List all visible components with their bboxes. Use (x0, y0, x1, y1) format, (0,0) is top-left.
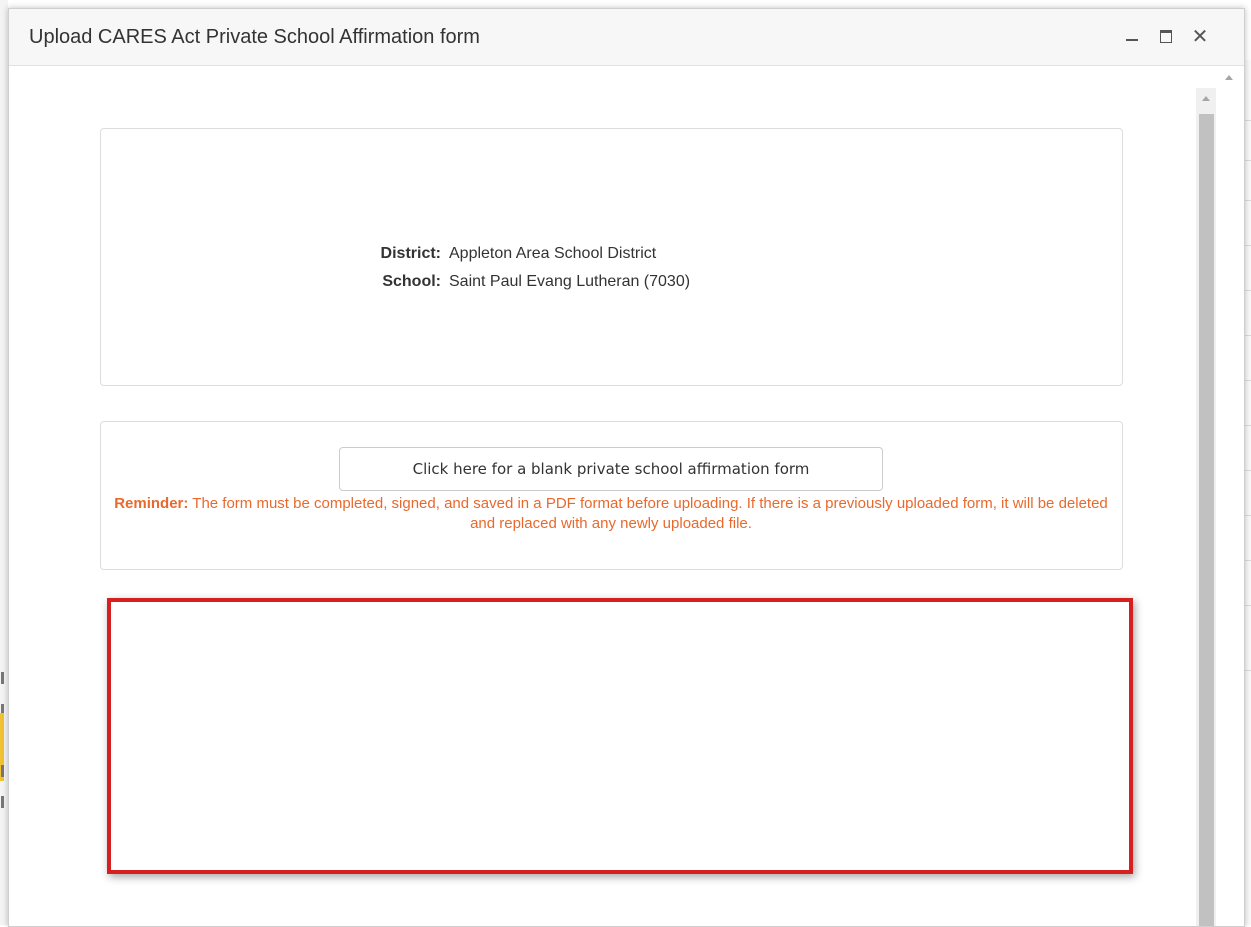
upload-dialog: Upload CARES Act Private School Affirmat… (8, 8, 1245, 927)
background-tick (1, 672, 4, 684)
school-info-panel: District: Appleton Area School District … (100, 128, 1123, 386)
upload-drop-area[interactable] (107, 598, 1133, 874)
district-value: Appleton Area School District (449, 245, 657, 262)
reminder-message: The form must be completed, signed, and … (188, 495, 1108, 532)
scrollbar-thumb[interactable] (1199, 114, 1214, 926)
inner-scrollbar[interactable] (1196, 88, 1216, 926)
district-label: District: (380, 245, 441, 262)
dialog-content: District: Appleton Area School District … (9, 66, 1244, 926)
close-button[interactable]: ✕ (1187, 23, 1213, 49)
maximize-button[interactable] (1153, 23, 1179, 49)
background-tick (1, 765, 4, 777)
blank-form-button[interactable]: Click here for a blank private school af… (339, 447, 883, 491)
school-value: Saint Paul Evang Lutheran (7030) (449, 273, 691, 290)
school-label: School: (382, 273, 441, 290)
minimize-icon (1126, 39, 1138, 41)
close-icon: ✕ (1191, 24, 1209, 48)
reminder-text: Reminder: The form must be completed, si… (111, 494, 1111, 534)
scroll-up-arrow-icon[interactable] (1202, 96, 1210, 101)
form-instructions-panel: Click here for a blank private school af… (100, 421, 1123, 570)
minimize-button[interactable] (1119, 23, 1145, 49)
reminder-label: Reminder: (114, 495, 189, 512)
outer-scrollbar[interactable] (1218, 66, 1242, 926)
maximize-icon (1160, 29, 1172, 43)
dialog-titlebar[interactable]: Upload CARES Act Private School Affirmat… (9, 9, 1244, 66)
dialog-title: Upload CARES Act Private School Affirmat… (29, 26, 480, 48)
background-left-edge (0, 0, 8, 925)
background-tick (1, 796, 4, 808)
scroll-up-arrow-icon[interactable] (1225, 75, 1233, 80)
